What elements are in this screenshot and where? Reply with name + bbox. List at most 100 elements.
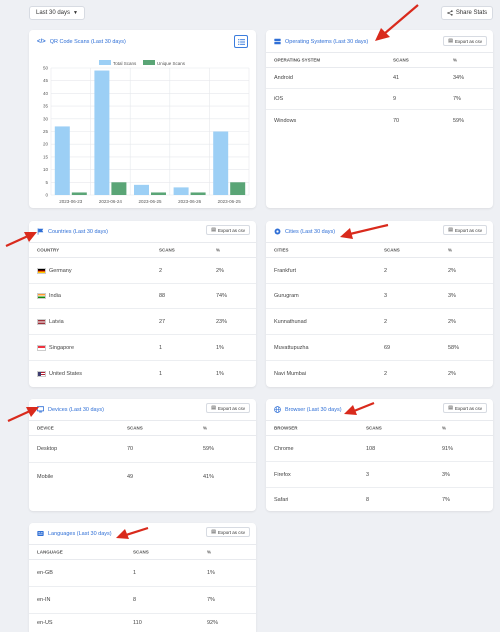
languages-export-button[interactable]: ▤ Export as csv [206, 527, 250, 537]
total-scans-bar [54, 126, 70, 195]
table-row: Singapore 1 1% [29, 335, 256, 361]
table-row: Safari 8 7% [274, 496, 450, 503]
table-row: Android 41 34% [266, 68, 493, 89]
x-tick-label: 2023-06-25 [138, 199, 162, 204]
share-icon [447, 10, 453, 16]
table-row: United States 1 1% [29, 361, 256, 387]
total-scans-bar [134, 184, 149, 195]
y-tick-label: 45 [43, 78, 49, 83]
globe-icon [274, 406, 281, 413]
table-row: Latvia 27 23% [29, 309, 256, 335]
devices-table-header: DEVICE SCANS % [29, 420, 256, 436]
devices-card: Devices (Last 30 days) ▤ Export as csv D… [29, 399, 256, 511]
y-tick-label: 40 [43, 91, 49, 96]
devices-title: Devices (Last 30 days) [37, 406, 104, 413]
language-icon [37, 531, 44, 536]
table-row: Navi Mumbai 2 2% [274, 371, 456, 377]
y-tick-label: 10 [43, 167, 49, 172]
table-row: Windows 70 59% [274, 117, 465, 124]
unique-scans-bar [151, 192, 166, 195]
table-row: Chrome 108 91% [266, 436, 493, 462]
legend-label: Unique Scans [157, 61, 186, 66]
y-tick-label: 25 [43, 129, 49, 134]
unique-scans-bar [71, 192, 87, 195]
total-scans-bar [94, 70, 110, 195]
file-icon: ▤ [211, 227, 216, 233]
languages-table-header: LANGUAGE SCANS % [29, 544, 256, 560]
file-icon: ▤ [448, 405, 453, 411]
singapore-flag-icon [37, 344, 46, 351]
table-row: Desktop 70 59% [29, 436, 256, 463]
unique-scans-bar [111, 182, 127, 195]
location-icon [274, 228, 281, 235]
countries-export-button[interactable]: ▤ Export as csv [206, 225, 250, 235]
os-title: Operating Systems (Last 30 days) [274, 38, 368, 45]
file-icon: ▤ [448, 38, 453, 44]
os-export-button[interactable]: ▤ Export as csv [443, 36, 487, 46]
latvia-flag-icon [37, 318, 46, 325]
y-tick-label: 35 [43, 104, 49, 109]
legend-swatch [99, 60, 111, 65]
x-tick-label: 2023-06-23 [59, 199, 83, 204]
countries-title: Countries (Last 30 days) [37, 228, 108, 235]
y-tick-label: 20 [43, 142, 49, 147]
annotation-arrow-icon [344, 401, 375, 415]
cities-title: Cities (Last 30 days) [274, 228, 335, 235]
countries-card: Countries (Last 30 days) ▤ Export as csv… [29, 221, 256, 387]
total-scans-bar [173, 187, 189, 195]
qr-scans-card: </> QR Code Scans (Last 30 days) Total S… [29, 30, 256, 208]
browser-table-header: BROWSER SCANS % [266, 420, 493, 436]
os-card: Operating Systems (Last 30 days) ▤ Expor… [266, 30, 493, 208]
countries-table-header: COUNTRY SCANS % [29, 242, 256, 258]
date-range-select[interactable]: Last 30 days ▼ [29, 6, 85, 20]
y-tick-label: 15 [43, 154, 49, 159]
total-scans-bar [213, 131, 229, 195]
annotation-arrow-icon [7, 407, 39, 423]
table-row: Germany 2 2% [29, 258, 256, 284]
devices-export-button[interactable]: ▤ Export as csv [206, 403, 250, 413]
table-row: Muvattupuzha 69 58% [266, 335, 493, 361]
x-tick-label: 2023-06-24 [99, 199, 123, 204]
y-tick-label: 30 [43, 116, 49, 121]
germany-flag-icon [37, 267, 46, 274]
annotation-arrow-icon [5, 232, 37, 248]
annotation-arrow-icon [340, 223, 389, 239]
file-icon: ▤ [448, 227, 453, 233]
cities-table-header: CITIES SCANS % [266, 242, 493, 258]
file-icon: ▤ [211, 405, 216, 411]
table-row: en-GB 1 1% [29, 560, 256, 587]
table-row: en-US 110 92% [37, 620, 219, 626]
x-tick-label: 2023-06-25 [218, 199, 242, 204]
table-row: Kunnathunad 2 2% [266, 309, 493, 335]
browser-card: Browser (Last 30 days) ▤ Export as csv B… [266, 399, 493, 511]
table-row: Frankfurt 2 2% [266, 258, 493, 284]
file-icon: ▤ [211, 529, 216, 535]
y-tick-label: 5 [45, 180, 48, 185]
unique-scans-bar [190, 192, 206, 195]
table-row: Firefox 3 3% [266, 462, 493, 488]
unique-scans-bar [230, 182, 246, 195]
qr-scans-chart: Total Scans Unique Scans 0 5 10 15 20 25 30 35 40 4… [43, 60, 250, 204]
legend-swatch [143, 60, 155, 65]
server-icon [274, 38, 281, 45]
table-row: Gurugram 3 3% [266, 284, 493, 309]
annotation-arrow-icon [116, 526, 149, 539]
annotation-arrow-icon [375, 4, 419, 41]
share-stats-label: Share Stats [455, 10, 488, 16]
x-tick-label: 2023-06-26 [178, 199, 202, 204]
os-table-header: OPERATING SYSTEM SCANS % [266, 52, 493, 68]
table-row: Mobile 49 41% [37, 473, 215, 480]
date-range-value: Last 30 days [36, 10, 71, 16]
india-flag-icon [37, 293, 46, 299]
table-row: iOS 9 7% [266, 89, 493, 110]
table-row: en-IN 8 7% [29, 587, 256, 614]
browser-title: Browser (Last 30 days) [274, 406, 342, 413]
share-stats-button[interactable]: Share Stats [441, 6, 493, 20]
legend-label: Total Scans [113, 61, 137, 66]
y-tick-label: 50 [43, 66, 49, 71]
browser-export-button[interactable]: ▤ Export as csv [443, 403, 487, 413]
languages-title: Languages (Last 30 days) [37, 530, 112, 537]
chevron-down-icon: ▼ [73, 10, 78, 16]
cities-export-button[interactable]: ▤ Export as csv [443, 225, 487, 235]
cities-card: Cities (Last 30 days) ▤ Export as csv CI… [266, 221, 493, 387]
